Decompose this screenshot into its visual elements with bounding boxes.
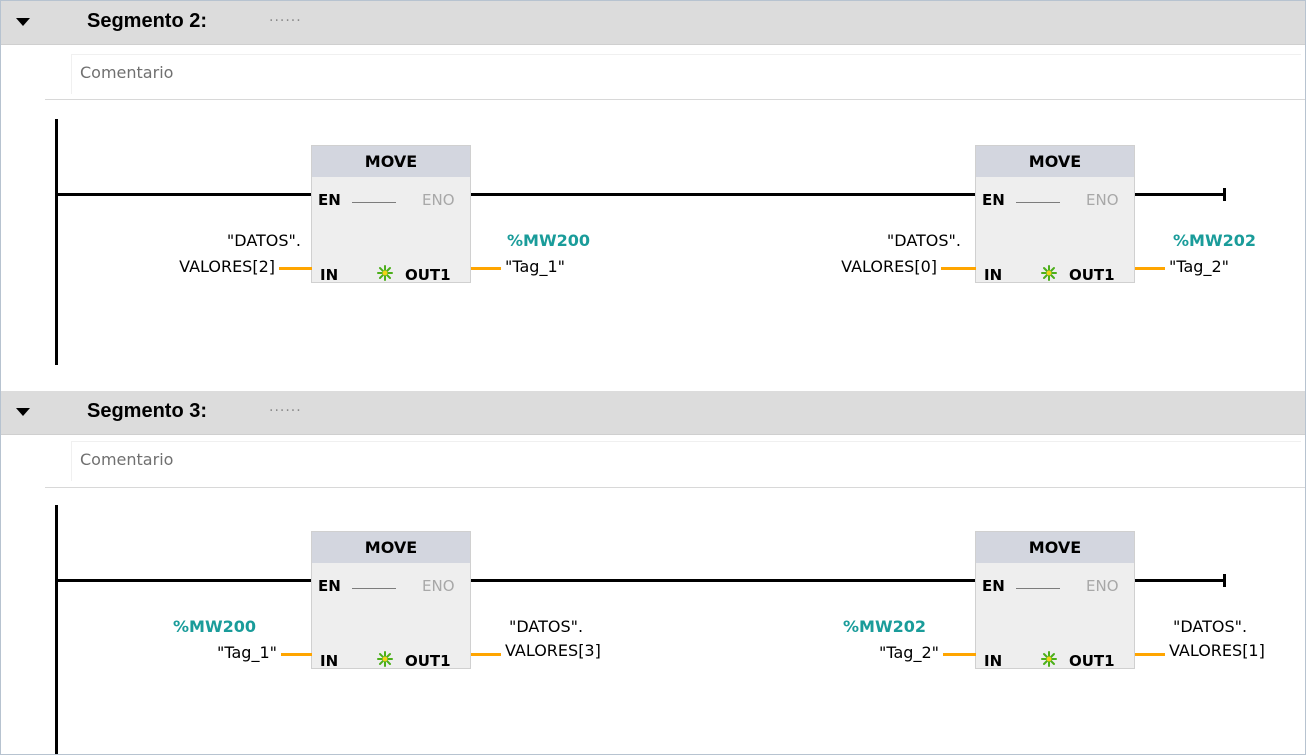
- operand-wire: [1135, 653, 1165, 656]
- operand-label[interactable]: "DATOS".: [1173, 617, 1247, 636]
- address-label[interactable]: %MW202: [1173, 231, 1256, 250]
- segment-3: Segmento 3: ...... Comentario MOVE EN EN…: [1, 391, 1305, 754]
- operand-wire: [1135, 267, 1165, 270]
- move-block[interactable]: MOVE EN ENO IN OUT1: [311, 531, 471, 670]
- comment-placeholder: Comentario: [80, 63, 174, 82]
- operand-label[interactable]: VALORES[2]: [131, 257, 275, 276]
- operand-label[interactable]: "Tag_1": [181, 643, 277, 662]
- asterisk-spark-icon: [1041, 651, 1057, 667]
- power-rail: [55, 505, 58, 754]
- rung-wire: [57, 193, 313, 196]
- segment-title: Segmento 3:: [87, 400, 208, 422]
- pin-in: IN: [320, 652, 339, 670]
- rung-wire: [1135, 193, 1225, 196]
- collapse-triangle-icon[interactable]: [15, 16, 31, 28]
- pin-connector: [352, 202, 396, 203]
- pin-eno: ENO: [1086, 191, 1119, 209]
- divider: [45, 99, 1305, 100]
- ladder-editor: Segmento 2: ...... Comentario MOVE EN EN…: [0, 0, 1306, 755]
- operand-wire: [471, 267, 501, 270]
- block-title: MOVE: [312, 146, 470, 177]
- operand-wire: [941, 267, 976, 270]
- operand-label[interactable]: "DATOS".: [509, 617, 583, 636]
- operand-label[interactable]: "Tag_2": [841, 643, 939, 662]
- pin-eno: ENO: [422, 577, 455, 595]
- rung-end-marker: [1223, 188, 1226, 201]
- address-label[interactable]: %MW202: [843, 617, 926, 636]
- operand-label[interactable]: "Tag_2": [1169, 257, 1229, 276]
- pin-in: IN: [984, 266, 1003, 284]
- pin-connector: [1016, 202, 1060, 203]
- pin-in: IN: [984, 652, 1003, 670]
- rung-wire: [471, 579, 975, 582]
- pin-out1: OUT1: [1069, 652, 1115, 670]
- asterisk-spark-icon: [377, 651, 393, 667]
- pin-connector: [1016, 588, 1060, 589]
- rung-wire: [57, 579, 313, 582]
- pin-out1: OUT1: [1069, 266, 1115, 284]
- operand-wire: [279, 267, 312, 270]
- address-label[interactable]: %MW200: [507, 231, 590, 250]
- rung-wire: [471, 193, 975, 196]
- operand-label[interactable]: VALORES[1]: [1169, 641, 1265, 660]
- asterisk-spark-icon: [1041, 265, 1057, 281]
- operand-label[interactable]: "Tag_1": [505, 257, 565, 276]
- pin-en: EN: [318, 191, 341, 209]
- move-block[interactable]: MOVE EN ENO IN OUT1: [975, 531, 1135, 670]
- comment-field[interactable]: Comentario: [71, 54, 1301, 94]
- pin-out1: OUT1: [405, 652, 451, 670]
- pin-en: EN: [318, 577, 341, 595]
- operand-label[interactable]: VALORES[3]: [505, 641, 601, 660]
- pin-eno: ENO: [1086, 577, 1119, 595]
- pin-connector: [352, 588, 396, 589]
- operand-wire: [471, 653, 501, 656]
- segment-title: Segmento 2:: [87, 10, 208, 32]
- move-block[interactable]: MOVE EN ENO IN OUT1: [975, 145, 1135, 284]
- segment-title-placeholder[interactable]: ......: [269, 9, 302, 25]
- operand-label[interactable]: "DATOS".: [173, 231, 301, 250]
- segment-title-placeholder[interactable]: ......: [269, 399, 302, 415]
- rung-wire: [1135, 579, 1225, 582]
- operand-label[interactable]: "DATOS".: [821, 231, 961, 250]
- pin-in: IN: [320, 266, 339, 284]
- collapse-triangle-icon[interactable]: [15, 406, 31, 418]
- comment-field[interactable]: Comentario: [71, 441, 1301, 481]
- comment-placeholder: Comentario: [80, 450, 174, 469]
- operand-label[interactable]: VALORES[0]: [791, 257, 937, 276]
- divider: [45, 487, 1305, 488]
- pin-en: EN: [982, 191, 1005, 209]
- block-title: MOVE: [976, 532, 1134, 563]
- operand-wire: [943, 653, 976, 656]
- asterisk-spark-icon: [377, 265, 393, 281]
- pin-out1: OUT1: [405, 266, 451, 284]
- power-rail: [55, 119, 58, 365]
- segment-3-header[interactable]: Segmento 3: ......: [1, 391, 1305, 435]
- segment-2-header[interactable]: Segmento 2: ......: [1, 1, 1305, 45]
- move-block[interactable]: MOVE EN ENO IN OUT1: [311, 145, 471, 284]
- block-title: MOVE: [312, 532, 470, 563]
- segment-2: Segmento 2: ...... Comentario MOVE EN EN…: [1, 1, 1305, 389]
- operand-wire: [281, 653, 312, 656]
- pin-eno: ENO: [422, 191, 455, 209]
- block-title: MOVE: [976, 146, 1134, 177]
- address-label[interactable]: %MW200: [173, 617, 256, 636]
- rung-end-marker: [1223, 574, 1226, 587]
- pin-en: EN: [982, 577, 1005, 595]
